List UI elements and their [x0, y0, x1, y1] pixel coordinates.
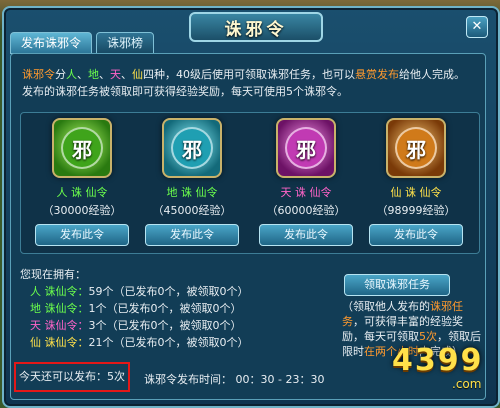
owned-ren-count: 59个（已发布0个，被领取0个）: [88, 285, 249, 298]
tab-bar: 发布诛邪令 诛邪榜: [10, 32, 155, 54]
tab-publish[interactable]: 发布诛邪令: [10, 32, 93, 54]
ren-token-icon: 邪: [52, 118, 112, 178]
di-exp: （45000经验）: [152, 204, 232, 217]
tian-name: 天 诛 仙令: [280, 186, 332, 199]
publish-di-button[interactable]: 发布此令: [145, 224, 239, 246]
ren-name: 人 诛 仙令: [56, 186, 108, 199]
owned-title: 您现在拥有：: [20, 268, 86, 281]
di-seal: 邪: [171, 127, 213, 169]
desc-di: 地: [88, 68, 99, 81]
tian-exp: （60000经验）: [266, 204, 346, 217]
site-watermark: 4399: [392, 343, 484, 378]
owned-xian-count: 21个（已发布0个，被领取0个）: [88, 336, 249, 349]
xian-token-icon: 邪: [386, 118, 446, 178]
ren-exp: （30000经验）: [42, 204, 122, 217]
description: 诛邪令分人、地、天、仙四种，40级后使用可领取诛邪任务，也可以悬赏发布给他人完成…: [22, 66, 478, 100]
card-tian: 邪 天 诛 仙令 （60000经验） 发布此令: [258, 118, 354, 246]
owned-di-name: 地 诛仙令：: [30, 302, 89, 315]
desc-tian: 天: [110, 68, 121, 81]
owned-row-tian: 天 诛仙令：3个（已发布0个，被领取0个）: [30, 317, 242, 333]
publish-tian-button[interactable]: 发布此令: [259, 224, 353, 246]
owned-xian-name: 仙 诛仙令：: [30, 336, 89, 349]
desc-bounty: 悬赏发布: [355, 68, 399, 81]
receive-task-button[interactable]: 领取诛邪任务: [344, 274, 450, 296]
desc-sep: 、: [121, 68, 132, 81]
owned-tian-name: 天 诛仙令：: [30, 319, 89, 332]
card-xian: 邪 仙 诛 仙令 （98999经验） 发布此令: [368, 118, 464, 246]
description-line-2: 发布的诛邪任务被领取即可获得经验奖励，每天可使用5个诛邪令。: [22, 85, 348, 98]
di-name: 地 诛 仙令: [166, 186, 218, 199]
di-token-icon: 邪: [162, 118, 222, 178]
desc-text: 四种，40级后使用可领取诛邪任务，也可以: [143, 68, 355, 81]
xian-name: 仙 诛 仙令: [390, 186, 442, 199]
publish-ren-button[interactable]: 发布此令: [35, 224, 129, 246]
desc-sep: 、: [99, 68, 110, 81]
publish-xian-button[interactable]: 发布此令: [369, 224, 463, 246]
desc-text: 给他人完成。: [399, 68, 465, 81]
desc-text: 分: [55, 68, 66, 81]
close-icon[interactable]: ✕: [466, 16, 488, 38]
owned-row-ren: 人 诛仙令：59个（已发布0个，被领取0个）: [30, 283, 249, 299]
site-watermark-suffix: .com: [452, 377, 482, 391]
xian-exp: （98999经验）: [376, 204, 456, 217]
desc-order-name: 诛邪令: [22, 68, 55, 81]
note-times: 5次: [419, 330, 437, 343]
tian-seal: 邪: [285, 127, 327, 169]
desc-ren: 人: [66, 68, 77, 81]
owned-tian-count: 3个（已发布0个，被领取0个）: [88, 319, 242, 332]
owned-row-xian: 仙 诛仙令：21个（已发布0个，被领取0个）: [30, 334, 249, 350]
window-title-plate: 诛邪令: [189, 12, 323, 42]
xian-seal: 邪: [395, 127, 437, 169]
window-title: 诛邪令: [224, 19, 288, 40]
note-text: （领取他人发布的: [342, 300, 430, 313]
card-ren: 邪 人 诛 仙令 （30000经验） 发布此令: [34, 118, 130, 246]
tab-ranking[interactable]: 诛邪榜: [96, 32, 155, 54]
description-line-1: 诛邪令分人、地、天、仙四种，40级后使用可领取诛邪任务，也可以悬赏发布给他人完成…: [22, 66, 478, 83]
tian-token-icon: 邪: [276, 118, 336, 178]
publish-time: 诛邪令发布时间： 00：30 - 23：30: [144, 373, 325, 386]
owned-di-count: 1个（已发布0个，被领取0个）: [88, 302, 242, 315]
owned-row-di: 地 诛仙令：1个（已发布0个，被领取0个）: [30, 300, 242, 316]
desc-xian: 仙: [132, 68, 143, 81]
remaining-publish-count: 今天还可以发布：5次: [14, 362, 130, 392]
owned-ren-name: 人 诛仙令：: [30, 285, 89, 298]
card-di: 邪 地 诛 仙令 （45000经验） 发布此令: [144, 118, 240, 246]
ren-seal: 邪: [61, 127, 103, 169]
desc-sep: 、: [77, 68, 88, 81]
